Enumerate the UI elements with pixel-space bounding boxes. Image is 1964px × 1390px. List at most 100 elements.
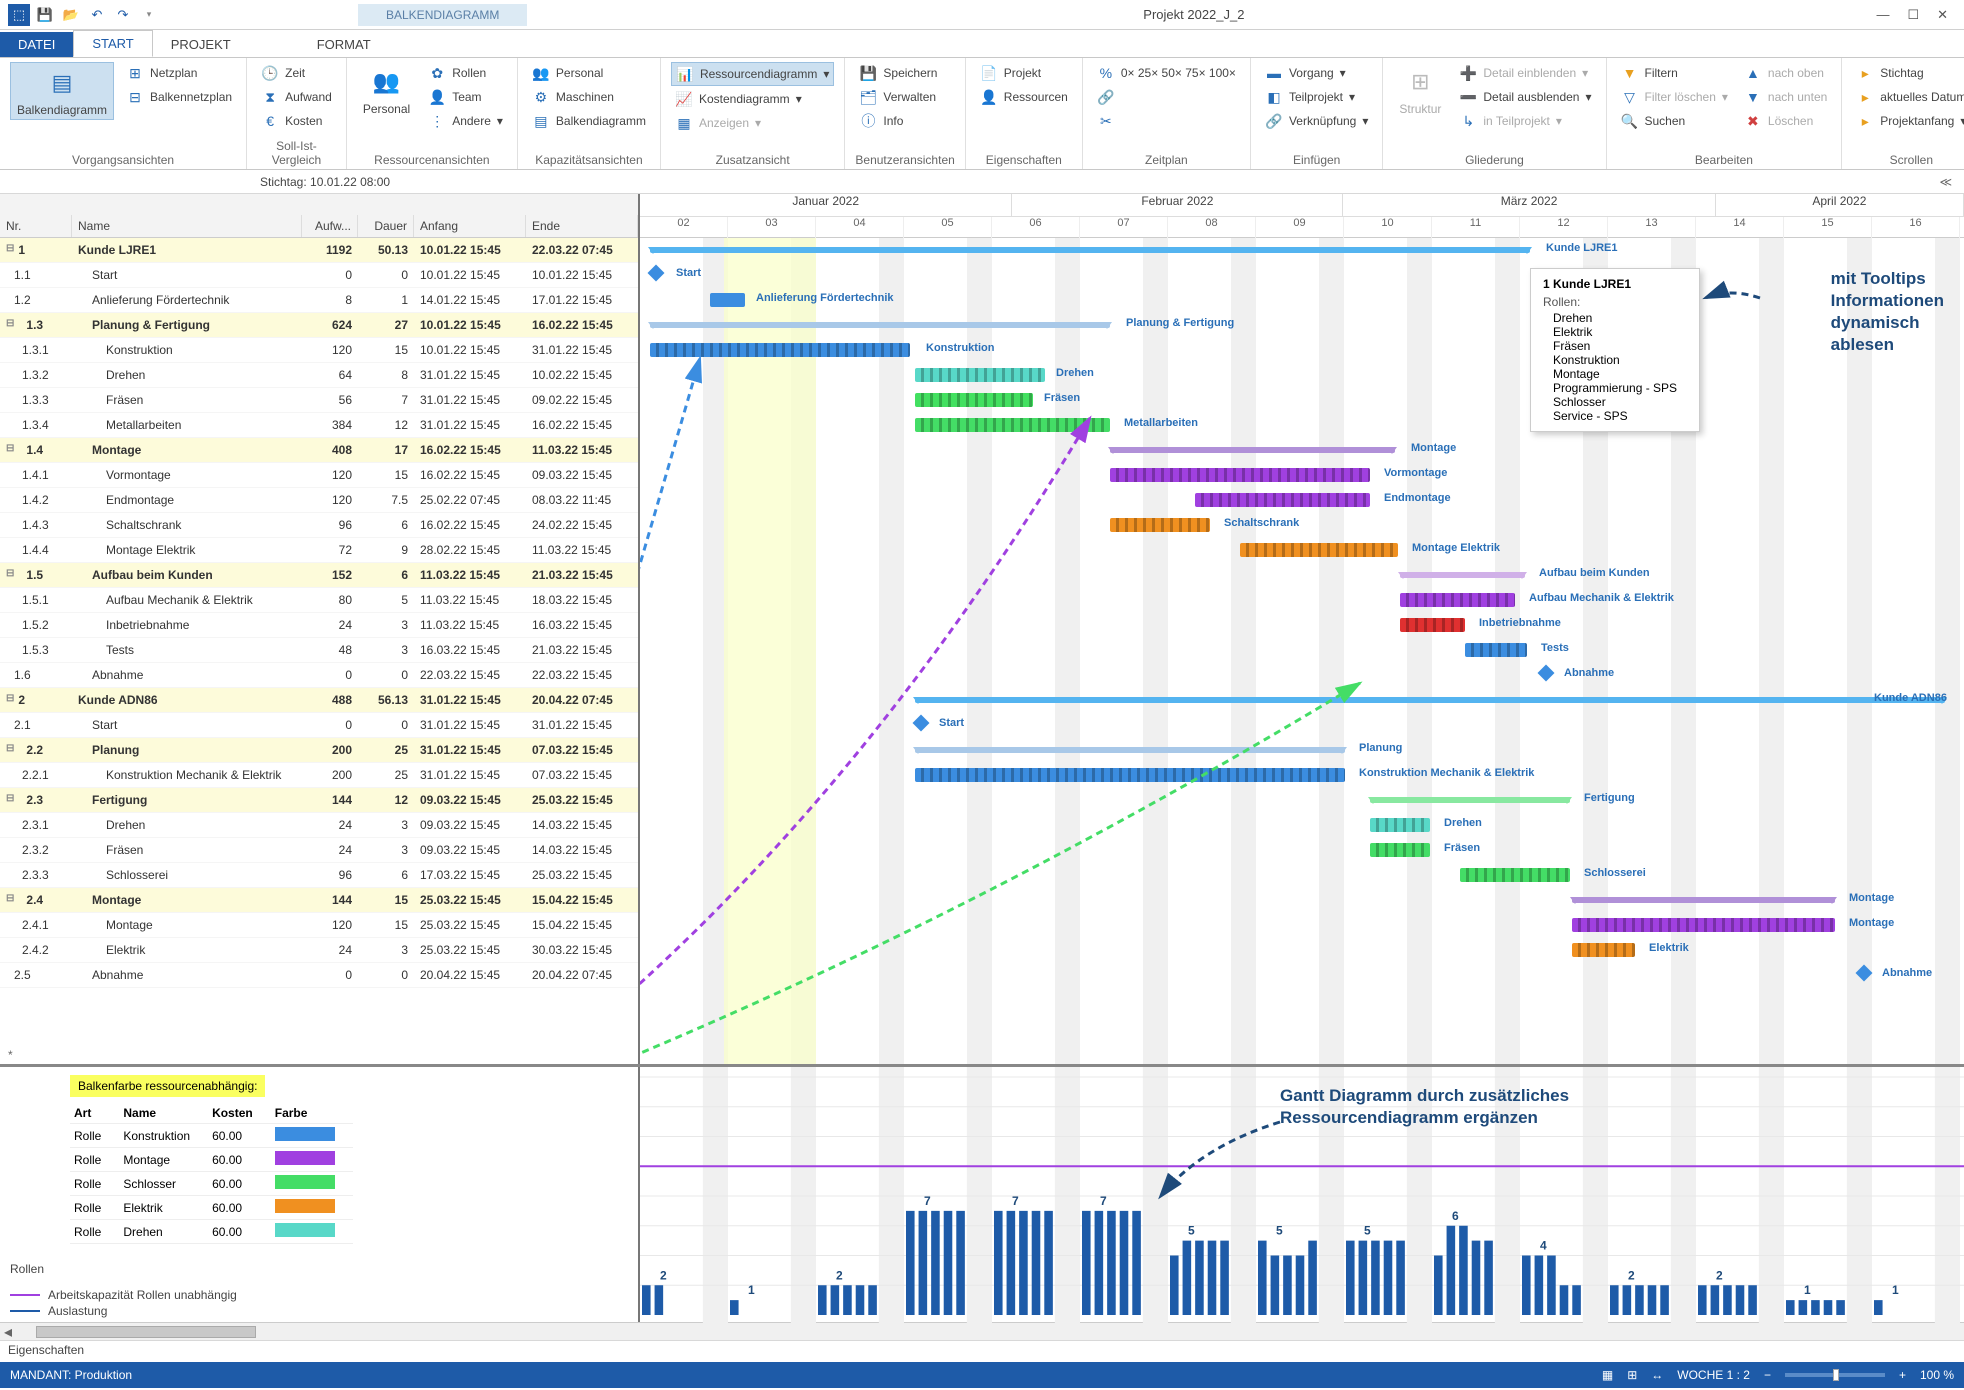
scroll-thumb[interactable] [36,1326,256,1338]
table-row[interactable]: 1.6 Abnahme 00 22.03.22 15:4522.03.22 15… [0,663,638,688]
gantt-bar[interactable] [1460,868,1570,882]
gantt-bar[interactable] [1240,543,1398,557]
gantt-bar[interactable] [650,343,910,357]
zeit-button[interactable]: 🕒Zeit [257,62,336,84]
table-row[interactable]: ⊟1.5 Aufbau beim Kunden 1526 11.03.22 15… [0,563,638,588]
table-row[interactable]: 1.1 Start 00 10.01.22 15:4510.01.22 15:4… [0,263,638,288]
gantt-bar[interactable] [1110,518,1210,532]
gantt-bar[interactable] [1370,818,1430,832]
scroll-left-icon[interactable]: ◂ [0,1322,16,1342]
table-row[interactable]: 1.4.4 Montage Elektrik 729 28.02.22 15:4… [0,538,638,563]
table-row[interactable]: 2.3.3 Schlosserei 966 17.03.22 15:4525.0… [0,863,638,888]
col-dauer[interactable]: Dauer [358,215,414,237]
milestone[interactable] [913,715,930,732]
gantt-bar[interactable] [1370,797,1570,803]
nach-oben-button[interactable]: ▲nach oben [1740,62,1831,84]
properties-bar[interactable]: Eigenschaften [0,1340,1964,1362]
zoom-in-icon[interactable]: + [1899,1368,1906,1382]
cap-personal-button[interactable]: 👥Personal [528,62,650,84]
table-row[interactable]: 1.5.2 Inbetriebnahme 243 11.03.22 15:451… [0,613,638,638]
struktur-button[interactable]: ⊞Struktur [1393,62,1447,118]
tab-start[interactable]: START [73,30,152,57]
gantt-bar[interactable] [1572,943,1635,957]
netzplan-button[interactable]: ⊞Netzplan [122,62,236,84]
nach-unten-button[interactable]: ▼nach unten [1740,86,1831,108]
table-row[interactable]: 1.3.1 Konstruktion 12015 10.01.22 15:453… [0,338,638,363]
table-row[interactable]: ⊟2.3 Fertigung 14412 09.03.22 15:4525.03… [0,788,638,813]
gantt-bar[interactable] [915,393,1033,407]
balkennetzplan-button[interactable]: ⊟Balkennetzplan [122,86,236,108]
gantt-bar[interactable] [710,293,745,307]
table-row[interactable]: 2.2.1 Konstruktion Mechanik & Elektrik 2… [0,763,638,788]
ins-vorgang-button[interactable]: ▬Vorgang ▾ [1261,62,1372,84]
scroll-heute-button[interactable]: ▸aktuelles Datum [1852,86,1964,108]
collapse-grid-icon[interactable]: ≪ [1939,175,1964,189]
personal-button[interactable]: 👥Personal [357,62,416,118]
table-row[interactable]: ⊟2 Kunde ADN86 48856.13 31.01.22 15:4520… [0,688,638,713]
table-row[interactable]: ⊟1 Kunde LJRE1 119250.13 10.01.22 15:452… [0,238,638,263]
rollen-button[interactable]: ✿Rollen [424,62,507,84]
tab-file[interactable]: DATEI [0,32,73,57]
gantt-bar[interactable] [1110,468,1370,482]
aufwand-button[interactable]: ⧗Aufwand [257,86,336,108]
table-row[interactable]: 1.3.2 Drehen 648 31.01.22 15:4510.02.22 … [0,363,638,388]
milestone[interactable] [1538,665,1555,682]
status-icon3[interactable]: ↔ [1651,1368,1663,1382]
gantt-bar[interactable] [650,247,1530,253]
undo-icon[interactable]: ↶ [86,4,108,26]
cap-balken-button[interactable]: ▤Balkendiagramm [528,110,650,132]
gantt-bar[interactable] [915,697,1945,703]
scroll-anfang-button[interactable]: ▸Projektanfang ▾ [1852,110,1964,132]
detail-ein-button[interactable]: ➕Detail einblenden ▾ [1455,62,1595,84]
table-row[interactable]: ⊟1.3 Planung & Fertigung 62427 10.01.22 … [0,313,638,338]
open-icon[interactable]: 📂 [60,4,82,26]
table-row[interactable]: 1.4.2 Endmontage 1207.5 25.02.22 07:4508… [0,488,638,513]
anzeigen-button[interactable]: ▦Anzeigen ▾ [671,112,834,134]
col-nr[interactable]: Nr. [0,215,72,237]
gantt-bar[interactable] [915,418,1110,432]
filter-loeschen-button[interactable]: ▽Filter löschen ▾ [1617,86,1732,108]
redo-icon[interactable]: ↷ [112,4,134,26]
ressourcendiagramm-button[interactable]: 📊Ressourcendiagramm ▾ [671,62,834,86]
col-name[interactable]: Name [72,215,302,237]
table-row[interactable]: 1.3.4 Metallarbeiten 38412 31.01.22 15:4… [0,413,638,438]
tab-format[interactable]: FORMAT [299,32,389,57]
gantt-bar[interactable] [650,322,1110,328]
table-row[interactable]: 1.2 Anlieferung Fördertechnik 81 14.01.2… [0,288,638,313]
andere-button[interactable]: ⋮Andere ▾ [424,110,507,132]
suchen-button[interactable]: 🔍Suchen [1617,110,1732,132]
gantt-bar[interactable] [915,368,1045,382]
kosten-button[interactable]: €Kosten [257,110,336,132]
status-icon2[interactable]: ⊞ [1627,1368,1637,1382]
gantt-bar[interactable] [1195,493,1370,507]
speichern-button[interactable]: 💾Speichern [855,62,941,84]
grid-body[interactable]: ⊟1 Kunde LJRE1 119250.13 10.01.22 15:452… [0,238,638,1046]
table-row[interactable]: 2.5 Abnahme 00 20.04.22 15:4520.04.22 07… [0,963,638,988]
table-row[interactable]: 1.3.3 Fräsen 567 31.01.22 15:4509.02.22 … [0,388,638,413]
loeschen-button[interactable]: ✖Löschen [1740,110,1831,132]
table-row[interactable]: 1.4.1 Vormontage 12015 16.02.22 15:4509.… [0,463,638,488]
team-button[interactable]: 👤Team [424,86,507,108]
gantt-bar[interactable] [1572,897,1835,903]
zeitplan-row2[interactable]: 🔗 [1093,86,1240,108]
table-row[interactable]: 2.1 Start 00 31.01.22 15:4531.01.22 15:4… [0,713,638,738]
qat-more-icon[interactable]: ▾ [138,4,160,26]
gantt-bar[interactable] [1400,618,1465,632]
gantt-bar[interactable] [1110,447,1395,453]
table-row[interactable]: 2.4.2 Elektrik 243 25.03.22 15:4530.03.2… [0,938,638,963]
col-aufw[interactable]: Aufw... [302,215,358,237]
zeitplan-row3[interactable]: ✂ [1093,110,1240,132]
table-row[interactable]: 2.4.1 Montage 12015 25.03.22 15:4515.04.… [0,913,638,938]
milestone[interactable] [1856,965,1873,982]
tab-projekt[interactable]: PROJEKT [153,32,249,57]
ins-verknuepfung-button[interactable]: 🔗Verknüpfung ▾ [1261,110,1372,132]
table-row[interactable]: ⊟2.4 Montage 14415 25.03.22 15:4515.04.2… [0,888,638,913]
save-icon[interactable]: 💾 [34,4,56,26]
minimize-icon[interactable]: — [1876,7,1889,23]
balkendiagramm-button[interactable]: ▤Balkendiagramm [10,62,114,120]
eig-ressourcen-button[interactable]: 👤Ressourcen [976,86,1072,108]
gantt-bar[interactable] [1400,593,1515,607]
gantt-chart[interactable]: Januar 2022Februar 2022März 2022April 20… [640,194,1964,1064]
gantt-bar[interactable] [1572,918,1835,932]
kostendiagramm-button[interactable]: 📈Kostendiagramm ▾ [671,88,834,110]
